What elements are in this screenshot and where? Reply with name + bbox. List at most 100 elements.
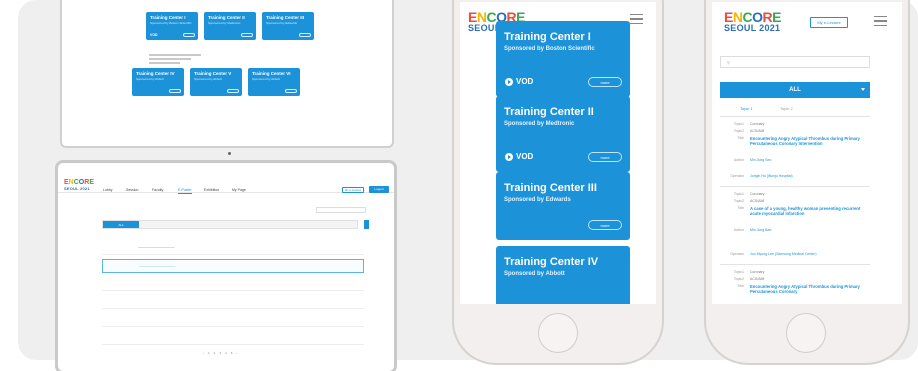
- vod-link[interactable]: VOD: [505, 77, 533, 86]
- tab-topic[interactable]: [176, 221, 212, 228]
- phone-2-screen: ENCORE SEOUL 2021 My e-Lecture ⚲ ALL Top…: [712, 2, 902, 304]
- divider: [720, 186, 870, 187]
- card-title: Training Center III: [266, 15, 305, 20]
- tab-topic[interactable]: [321, 221, 357, 228]
- training-card[interactable]: Training Center V Sponsored by Abbott: [190, 68, 242, 96]
- table-row[interactable]: [102, 295, 364, 309]
- training-card[interactable]: Training Center IV Sponsored by Abbott: [496, 246, 630, 304]
- card-sponsor: Sponsored by Medtronic: [504, 121, 575, 127]
- carousel-dot[interactable]: [228, 152, 231, 155]
- phone-1: ENCORE SEOUL 2021 Training Center I Spon…: [452, 0, 664, 365]
- training-card[interactable]: Training Center II Sponsored by Medtroni…: [496, 96, 630, 172]
- card-title: Training Center II: [504, 106, 594, 118]
- category-select[interactable]: ALL: [720, 82, 870, 98]
- topic-filter-1[interactable]: Topic 1: [740, 106, 753, 111]
- mockup-stage: Training Center I Sponsored by Boston Sc…: [0, 0, 918, 371]
- chevron-down-icon: [861, 88, 865, 91]
- card-title: Training Center I: [504, 31, 591, 43]
- row-title: —————————————: [139, 264, 176, 268]
- home-button[interactable]: [786, 313, 826, 353]
- more-button[interactable]: more: [588, 220, 622, 230]
- training-card[interactable]: Training Center II Sponsored by Medtroni…: [204, 12, 256, 40]
- topic-tabs: ALL: [102, 220, 358, 229]
- card-sponsor: Sponsored by Edwards: [504, 197, 571, 203]
- card-title: Training Center III: [504, 182, 597, 194]
- page-button[interactable]: 2: [214, 351, 216, 355]
- card-sponsor: Sponsored by Medtronic: [208, 21, 241, 25]
- home-button[interactable]: [538, 313, 578, 353]
- page-button[interactable]: 1: [208, 351, 210, 355]
- search-icon: ⚲: [727, 60, 730, 65]
- table-row[interactable]: —————————————: [102, 259, 364, 273]
- table-row[interactable]: —————————————: [102, 241, 364, 255]
- more-button[interactable]: [227, 89, 239, 93]
- table-row[interactable]: [102, 277, 364, 291]
- my-lecture-button[interactable]: My e-Lecture: [810, 17, 848, 28]
- vod-link[interactable]: VOD: [505, 152, 533, 161]
- table-row[interactable]: [102, 313, 364, 327]
- more-button[interactable]: [285, 89, 297, 93]
- more-button[interactable]: [183, 33, 195, 37]
- search-input[interactable]: ⚲: [720, 56, 870, 68]
- vod-label: VOD: [516, 77, 534, 86]
- nav-mypage[interactable]: My Page: [232, 188, 246, 192]
- next-page-button[interactable]: ›: [236, 351, 237, 355]
- card-sponsor: Sponsored by Abbott: [504, 271, 565, 277]
- pagination: ‹ 1 2 3 4 5 ›: [203, 351, 237, 355]
- encore-logo[interactable]: ENCORE SEOUL 2021: [64, 179, 94, 192]
- select-value: ALL: [789, 87, 801, 93]
- play-icon: [505, 77, 513, 86]
- tab-topic[interactable]: [212, 221, 248, 228]
- training-card[interactable]: Training Center III Sponsored by Edwards: [262, 12, 314, 40]
- nav-eposter[interactable]: E-Poster: [178, 188, 192, 194]
- page-button[interactable]: 3: [219, 351, 221, 355]
- logo-subtitle: SEOUL 2021: [724, 23, 781, 33]
- training-card[interactable]: Training Center I Sponsored by Boston Sc…: [146, 12, 198, 40]
- divider: [720, 116, 870, 117]
- card-sponsor: Sponsored by Boston Scientific: [150, 21, 192, 25]
- more-button[interactable]: more: [588, 152, 622, 162]
- tab-all[interactable]: ALL: [103, 221, 140, 228]
- tab-topic[interactable]: [139, 221, 175, 228]
- more-button[interactable]: [299, 33, 311, 37]
- training-card[interactable]: Training Center III Sponsored by Edwards…: [496, 172, 630, 240]
- menu-icon[interactable]: [630, 14, 643, 24]
- card-sponsor: Sponsored by Edwards: [266, 21, 298, 25]
- training-card[interactable]: Training Center VI Sponsored by Abbott: [248, 68, 300, 96]
- menu-icon[interactable]: [874, 16, 887, 26]
- topic-filter-2[interactable]: Topic 2: [780, 106, 793, 111]
- tab-topic[interactable]: [284, 221, 320, 228]
- card-title: Training Center I: [150, 15, 186, 20]
- laptop-screen: ENCORE SEOUL 2021 Lobby Session Faculty …: [55, 160, 397, 371]
- more-button[interactable]: [169, 89, 181, 93]
- play-icon: [505, 152, 513, 161]
- card-sponsor: Sponsored by Abbott: [252, 77, 280, 81]
- my-lecture-button[interactable]: My e-Lecture: [342, 187, 364, 193]
- training-card[interactable]: Training Center IV Sponsored by Abbott: [132, 68, 184, 96]
- nav-lobby[interactable]: Lobby: [103, 188, 113, 192]
- table-row[interactable]: [102, 331, 364, 345]
- logout-button[interactable]: Logout: [369, 186, 389, 193]
- logo-subtitle: SEOUL 2021: [64, 186, 90, 191]
- phone-1-screen: ENCORE SEOUL 2021 Training Center I Spon…: [460, 2, 656, 304]
- vod-label[interactable]: VOD: [150, 33, 158, 37]
- tabs-next-button[interactable]: [364, 220, 369, 229]
- nav-exhibition[interactable]: Exhibition: [204, 188, 219, 192]
- divider: [720, 264, 870, 265]
- card-description: [149, 54, 201, 66]
- encore-logo[interactable]: ENCORE SEOUL 2021: [724, 10, 781, 33]
- tab-topic[interactable]: [248, 221, 284, 228]
- page-button[interactable]: 4: [225, 351, 227, 355]
- nav-faculty[interactable]: Faculty: [152, 188, 163, 192]
- page-button[interactable]: 5: [231, 351, 233, 355]
- row-title: —————————————: [138, 245, 175, 249]
- training-card[interactable]: Training Center I Sponsored by Boston Sc…: [496, 21, 630, 97]
- phone-2: ENCORE SEOUL 2021 My e-Lecture ⚲ ALL Top…: [704, 0, 910, 365]
- card-title: Training Center IV: [504, 256, 599, 268]
- card-title: Training Center VI: [252, 71, 291, 76]
- more-button[interactable]: [241, 33, 253, 37]
- nav-session[interactable]: Session: [126, 188, 138, 192]
- search-input[interactable]: [316, 207, 366, 213]
- prev-page-button[interactable]: ‹: [203, 351, 204, 355]
- more-button[interactable]: more: [588, 77, 622, 87]
